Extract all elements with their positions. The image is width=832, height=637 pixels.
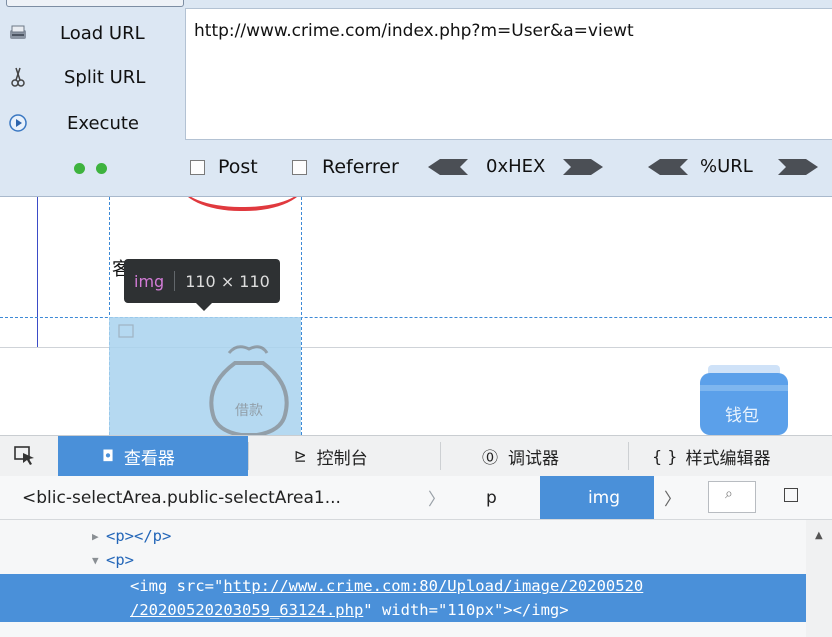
wallet-button[interactable]: 钱包: [696, 365, 792, 435]
tooltip-pointer: [196, 303, 212, 311]
url-encode-label: %URL: [700, 156, 753, 177]
img-src-link[interactable]: /20200520203059_63124.php: [130, 601, 363, 619]
tree-node-text: <img src=": [130, 577, 224, 595]
breadcrumb: <blic-selectArea.public-selectArea1... 〉…: [0, 476, 832, 520]
tab-debugger-label: 调试器: [508, 448, 560, 469]
breadcrumb-next-icon[interactable]: 〉: [664, 476, 681, 519]
breadcrumb-img-label: img: [587, 487, 621, 508]
execute-label: Execute: [67, 112, 139, 134]
tab-inspector[interactable]: ◘ 查看器: [58, 436, 248, 476]
search-input[interactable]: ⌕: [708, 481, 756, 513]
element-tooltip: img 110 × 110: [124, 259, 280, 303]
devtools-tabbar: ◘ 查看器 ⊵ 控制台 ⓪ 调试器 { } 样式编辑器: [0, 436, 832, 477]
load-url-button[interactable]: Load URL: [0, 16, 180, 50]
tooltip-dimensions: 110 × 110: [185, 271, 270, 291]
devtools-panel: ◘ 查看器 ⊵ 控制台 ⓪ 调试器 { } 样式编辑器 <blic-select…: [0, 435, 832, 637]
img-src-link[interactable]: http://www.crime.com:80/Upload/image/202…: [223, 577, 643, 595]
url-encode-arrow-icon[interactable]: [778, 159, 818, 175]
console-icon: ⊵: [294, 447, 307, 465]
inspector-icon: ◘: [102, 447, 114, 465]
hex-decode-arrow-icon[interactable]: [428, 159, 468, 175]
inspector-guide-right: [301, 197, 302, 435]
breadcrumb-item-selectarea[interactable]: <blic-selectArea.public-selectArea1...: [22, 476, 412, 519]
tooltip-separator: [174, 271, 176, 291]
page-left-border: [37, 197, 38, 347]
tab-divider: [440, 442, 441, 470]
sidebar-toggle-icon[interactable]: [784, 488, 798, 502]
tab-console-label: 控制台: [316, 448, 368, 469]
split-url-button[interactable]: Split URL: [0, 60, 180, 94]
tree-node-text: <p>: [106, 551, 134, 569]
url-decode-arrow-icon[interactable]: [648, 159, 688, 175]
tree-node-p[interactable]: ▼ <p>: [0, 548, 806, 572]
tab-style-editor-label: 样式编辑器: [685, 448, 771, 469]
scroll-up-icon[interactable]: ▲: [815, 530, 823, 541]
tree-node-img-line2[interactable]: /20200520203059_63124.php " width="110px"…: [0, 598, 806, 622]
web-page-viewport: 客 借款 img 110 × 110 钱包: [0, 197, 832, 435]
split-url-label: Split URL: [64, 66, 146, 88]
style-editor-icon: { }: [652, 446, 678, 466]
tree-node-p-empty[interactable]: ▶ <p></p>: [0, 524, 806, 548]
breadcrumb-item-p[interactable]: p: [486, 476, 497, 519]
tab-style-editor[interactable]: { } 样式编辑器: [630, 436, 820, 476]
expand-arrow-icon[interactable]: ▶: [92, 530, 106, 543]
search-icon: ⌕: [725, 486, 733, 502]
load-url-icon: [8, 23, 28, 43]
tab-inspector-label: 查看器: [123, 448, 175, 469]
referrer-label: Referrer: [322, 156, 399, 178]
tree-node-text: " width="110px"></img>: [363, 601, 569, 619]
minus-icon[interactable]: [74, 163, 85, 174]
plus-icon[interactable]: [96, 163, 107, 174]
load-url-label: Load URL: [60, 22, 145, 44]
tab-divider: [628, 442, 629, 470]
collapse-arrow-icon[interactable]: ▼: [92, 554, 106, 567]
moneybag-text: 借款: [235, 403, 263, 419]
tab-debugger[interactable]: ⓪ 调试器: [442, 436, 628, 476]
breadcrumb-separator-icon: 〉: [428, 490, 445, 510]
hex-label: 0xHEX: [486, 156, 546, 177]
hackbar-panel: Load URL Split URL Execute http://www.cr…: [0, 0, 832, 197]
scissors-icon: [8, 67, 28, 87]
highlighted-img-element[interactable]: 借款: [109, 317, 301, 435]
hackbar-top-control[interactable]: [6, 0, 184, 7]
referrer-checkbox[interactable]: [292, 160, 307, 175]
tooltip-tag: img: [134, 271, 165, 291]
hackbar-options-row: Post Referrer 0xHEX %URL: [0, 148, 832, 192]
red-circle-decoration: [180, 197, 305, 211]
post-checkbox[interactable]: [190, 160, 205, 175]
breadcrumb-item-label: <blic-selectArea.public-selectArea1...: [22, 487, 341, 508]
money-bag-icon: 借款: [118, 324, 289, 435]
post-label: Post: [218, 156, 258, 178]
hex-encode-arrow-icon[interactable]: [563, 159, 603, 175]
element-picker-icon[interactable]: [14, 446, 36, 466]
tree-node-img-line1[interactable]: <img src=" http://www.crime.com:80/Upload…: [0, 574, 806, 598]
markup-tree: ▶ <p></p> ▼ <p> <img src=" http://www.cri…: [0, 520, 806, 637]
url-input[interactable]: http://www.crime.com/index.php?m=User&a=…: [185, 8, 832, 140]
execute-button[interactable]: Execute: [0, 106, 180, 140]
tab-divider: [248, 442, 249, 470]
markup-scrollbar[interactable]: ▲: [806, 520, 832, 637]
wallet-label: 钱包: [725, 406, 759, 426]
breadcrumb-item-img[interactable]: img: [540, 476, 654, 519]
debugger-icon: ⓪: [482, 448, 499, 467]
tree-node-text: <p></p>: [106, 527, 172, 545]
play-icon: [8, 113, 28, 133]
tab-console[interactable]: ⊵ 控制台: [250, 436, 440, 476]
wallet-icon: 钱包: [700, 365, 788, 435]
